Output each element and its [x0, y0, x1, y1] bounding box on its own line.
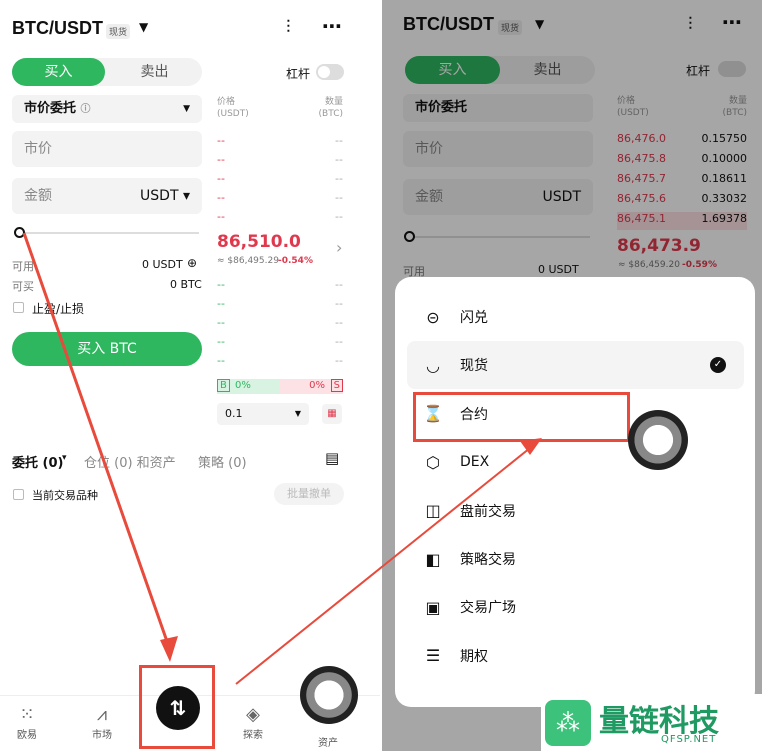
annotation-arrows: [22, 232, 542, 685]
watermark-logo-icon: ⁂: [545, 700, 591, 746]
arrow-line-1: [22, 232, 172, 651]
watermark-url: QFSP.NET: [661, 734, 717, 745]
arrow-line-2: [235, 447, 531, 685]
watermark: ⁂ 量链科技 QFSP.NET: [541, 694, 762, 751]
arrow-head-1: [160, 636, 178, 662]
